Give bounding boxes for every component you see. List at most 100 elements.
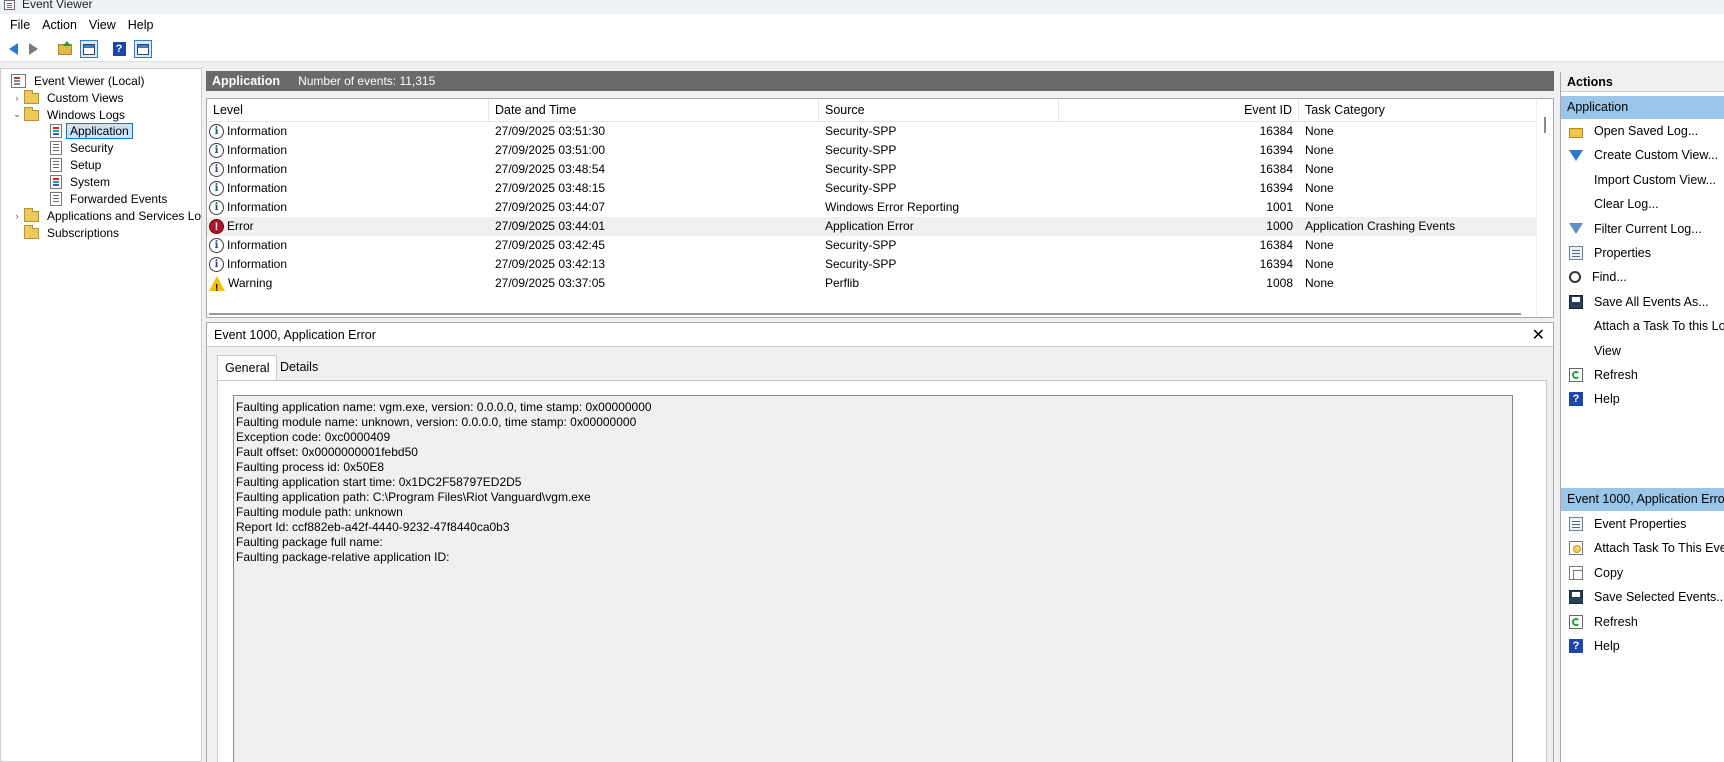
tree-node-event-viewer-local[interactable]: Event Viewer (Local) — [11, 72, 149, 89]
cell-event-id: 16394 — [1259, 181, 1293, 195]
actions-pane: Actions Application Open Saved Log... Cre… — [1560, 72, 1724, 762]
level-text: Information — [227, 162, 288, 176]
event-description[interactable]: Faulting application name: vgm.exe, vers… — [233, 395, 1513, 762]
column-header-task-category[interactable]: Task Category — [1299, 99, 1539, 122]
action-properties[interactable]: Properties — [1561, 242, 1724, 264]
action-open-saved-log[interactable]: Open Saved Log... — [1561, 120, 1724, 142]
forward-button[interactable] — [24, 40, 42, 58]
close-icon[interactable]: ✕ — [1532, 325, 1545, 345]
table-row[interactable]: ! Error 27/09/2025 03:44:01 Application Err… — [207, 217, 1537, 236]
cell-task-category: None — [1305, 200, 1334, 214]
action-pane-icon — [137, 43, 149, 55]
action-create-custom-view[interactable]: Create Custom View... — [1561, 144, 1724, 166]
console-tree-icon — [83, 43, 95, 55]
cell-source: Security-SPP — [825, 162, 897, 176]
tree-node-security[interactable]: Security — [50, 139, 117, 156]
action-attach-a-task-to-this-log[interactable]: Attach a Task To this Log... — [1561, 315, 1724, 337]
cell-event-id: 16384 — [1259, 238, 1293, 252]
cell-task-category: None — [1305, 143, 1334, 157]
menu-view[interactable]: View — [83, 18, 122, 32]
events-rows: i Information 27/09/2025 03:51:30 Security-… — [207, 122, 1537, 294]
events-horizontal-scrollbar[interactable] — [209, 313, 1521, 315]
table-row[interactable]: i Information 27/09/2025 03:48:54 Security-… — [207, 160, 1537, 179]
tree-node-system[interactable]: System — [50, 173, 114, 190]
tree-node-subscriptions[interactable]: Subscriptions — [24, 224, 123, 241]
props-icon — [1569, 246, 1583, 260]
cell-source: Perflib — [825, 276, 860, 290]
table-row[interactable]: i Information 27/09/2025 03:51:30 Security-… — [207, 122, 1537, 141]
tree-node-application[interactable]: Application — [50, 122, 133, 139]
cell-date-time: 27/09/2025 03:42:45 — [495, 238, 606, 252]
menu-file[interactable]: File — [4, 18, 36, 32]
event-viewer-icon — [11, 73, 26, 88]
refresh-icon — [1569, 368, 1583, 382]
help-icon: ? — [1569, 392, 1583, 407]
menu-action[interactable]: Action — [36, 18, 83, 32]
expand-icon[interactable]: › — [12, 93, 22, 103]
back-arrow-icon — [8, 43, 18, 55]
action-view[interactable]: View — [1561, 340, 1724, 362]
cell-level: i Information — [207, 122, 487, 141]
table-row[interactable]: i Information 27/09/2025 03:42:45 Security-… — [207, 236, 1537, 255]
action-refresh[interactable]: Refresh — [1561, 611, 1724, 633]
open-icon — [1569, 127, 1583, 138]
back-button[interactable] — [4, 40, 22, 58]
expand-icon[interactable]: › — [12, 211, 22, 221]
tree-node-windows-logs[interactable]: ⌄ Windows Logs — [12, 106, 129, 123]
action-help[interactable]: ? Help — [1561, 635, 1724, 657]
events-list: Level Date and Time Source Event ID Task… — [206, 98, 1554, 318]
menu-help[interactable]: Help — [122, 18, 160, 32]
show-hide-action-pane-button[interactable] — [134, 40, 152, 58]
title-bar: Event Viewer — [0, 0, 1724, 14]
action-help[interactable]: ? Help — [1561, 388, 1724, 410]
cell-task-category: Application Crashing Events — [1305, 219, 1456, 233]
level-text: Warning — [228, 276, 273, 290]
action-save-all-events-as[interactable]: Save All Events As... — [1561, 291, 1724, 313]
action-filter-current-log[interactable]: Filter Current Log... — [1561, 218, 1724, 240]
cell-level: i Information — [207, 198, 487, 217]
description-line: Faulting application name: vgm.exe, vers… — [236, 400, 652, 414]
tab-details[interactable]: Details — [273, 355, 325, 381]
action-save-selected-events[interactable]: Save Selected Events... — [1561, 586, 1724, 608]
action-event-properties[interactable]: Event Properties — [1561, 513, 1724, 535]
scroll-thumb[interactable] — [1544, 117, 1546, 133]
table-row[interactable]: i Information 27/09/2025 03:48:15 Security-… — [207, 179, 1537, 198]
action-refresh[interactable]: Refresh — [1561, 364, 1724, 386]
action-find[interactable]: Find... — [1561, 266, 1724, 288]
cell-date-time: 27/09/2025 03:48:15 — [495, 181, 606, 195]
action-label: Attach Task To This Event... — [1594, 541, 1724, 556]
cell-source: Security-SPP — [825, 181, 897, 195]
up-folder-button[interactable] — [56, 40, 74, 58]
action-clear-log[interactable]: Clear Log... — [1561, 193, 1724, 215]
application-log-icon — [50, 123, 62, 138]
tree-node-setup[interactable]: Setup — [50, 156, 105, 173]
cell-source: Security-SPP — [825, 124, 897, 138]
events-vertical-scrollbar[interactable] — [1536, 99, 1553, 317]
show-hide-console-tree-button[interactable] — [80, 40, 98, 58]
table-row[interactable]: i Information 27/09/2025 03:51:00 Security-… — [207, 141, 1537, 160]
warning-icon: ! — [209, 276, 225, 294]
column-header-event-id[interactable]: Event ID — [1059, 99, 1299, 122]
cell-level: i Information — [207, 160, 487, 179]
column-header-date-time[interactable]: Date and Time — [489, 99, 819, 122]
tree-node-custom-views[interactable]: › Custom Views — [12, 89, 127, 106]
actions-section-application[interactable]: Application — [1561, 96, 1724, 119]
cell-event-id: 16384 — [1259, 162, 1293, 176]
column-header-level[interactable]: Level — [207, 99, 489, 122]
cell-level: i Information — [207, 255, 487, 274]
table-row[interactable]: ! Warning 27/09/2025 03:37:05 Perflib 1008 No… — [207, 274, 1537, 294]
level-text: Error — [227, 219, 254, 233]
collapse-icon[interactable]: ⌄ — [12, 109, 22, 120]
table-row[interactable]: i Information 27/09/2025 03:44:07 Windows E… — [207, 198, 1537, 217]
action-copy[interactable]: Copy — [1561, 562, 1724, 584]
column-header-source[interactable]: Source — [819, 99, 1059, 122]
tree-node-applications-and-services[interactable]: › Applications and Services Lo — [12, 207, 205, 224]
help-toolbar-button[interactable]: ? — [110, 40, 128, 58]
tab-general[interactable]: General — [217, 355, 278, 381]
action-attach-task-to-this-event[interactable]: Attach Task To This Event... — [1561, 537, 1724, 559]
action-import-custom-view[interactable]: Import Custom View... — [1561, 169, 1724, 191]
cell-source: Windows Error Reporting — [825, 200, 960, 214]
tree-node-forwarded-events[interactable]: Forwarded Events — [50, 190, 171, 207]
actions-section-event[interactable]: Event 1000, Application Error — [1561, 488, 1724, 511]
table-row[interactable]: i Information 27/09/2025 03:42:13 Security-… — [207, 255, 1537, 274]
